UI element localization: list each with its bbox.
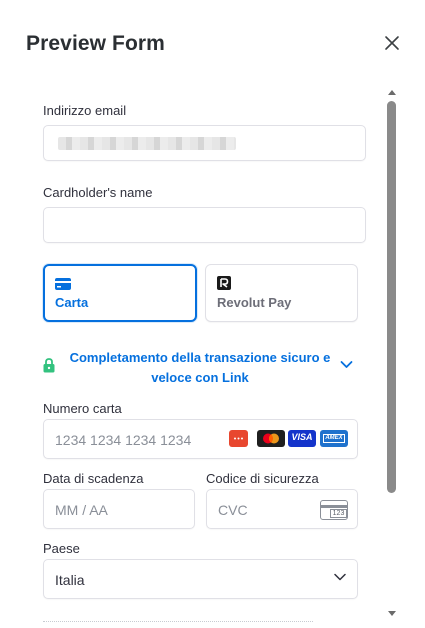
link-text-line-1: Completamento della transazione sicuro e [69, 350, 331, 365]
tab-revolut-pay[interactable]: Revolut Pay [205, 264, 358, 322]
card-brand-red-icon [229, 430, 248, 447]
cardholder-label: Cardholder's name [43, 185, 153, 200]
expiry-placeholder: MM / AA [55, 502, 108, 518]
mastercard-icon [257, 430, 285, 447]
country-label: Paese [43, 541, 80, 556]
redacted-email-value [58, 137, 236, 150]
close-icon[interactable] [382, 33, 402, 53]
chevron-down-icon[interactable] [340, 360, 353, 369]
revolut-logo-icon [217, 276, 231, 290]
cvc-card-icon: 123 [320, 500, 348, 520]
expiry-field[interactable]: MM / AA [43, 489, 195, 529]
tab-carta-label: Carta [55, 295, 89, 310]
card-number-label: Numero carta [43, 401, 122, 416]
card-number-placeholder: 1234 1234 1234 1234 [55, 432, 192, 448]
amex-icon: AMEX [320, 430, 348, 447]
modal-header: Preview Form [0, 0, 425, 86]
scroll-down-arrow-icon[interactable] [387, 610, 397, 618]
visa-icon: VISA [288, 430, 316, 447]
link-accordion[interactable]: Completamento della transazione sicuro e… [43, 346, 358, 388]
cvc-icon-digits: 123 [330, 509, 347, 518]
credit-card-icon [55, 278, 71, 290]
lock-icon [43, 358, 55, 373]
amex-text: AMEX [323, 434, 345, 443]
visa-text: VISA [291, 432, 313, 442]
scrollbar-thumb[interactable] [387, 101, 396, 493]
tab-carta[interactable]: Carta [43, 264, 197, 322]
expiry-label: Data di scadenza [43, 471, 144, 486]
scroll-up-arrow-icon[interactable] [387, 88, 397, 96]
cardholder-name-field[interactable] [43, 207, 366, 243]
link-text-line-2: veloce con Link [151, 370, 249, 385]
faded-footer-text [43, 618, 343, 628]
country-value: Italia [55, 572, 85, 588]
email-label: Indirizzo email [43, 103, 127, 118]
email-field[interactable] [43, 125, 366, 161]
cvc-field[interactable]: CVC 123 [206, 489, 358, 529]
country-select[interactable]: Italia [43, 559, 358, 599]
link-description: Completamento della transazione sicuro e… [65, 348, 335, 388]
page-title: Preview Form [26, 32, 165, 55]
cvc-placeholder: CVC [218, 502, 248, 518]
cvc-label: Codice di sicurezza [206, 471, 319, 486]
tab-revolut-pay-label: Revolut Pay [217, 295, 292, 310]
chevron-down-icon [334, 573, 346, 581]
